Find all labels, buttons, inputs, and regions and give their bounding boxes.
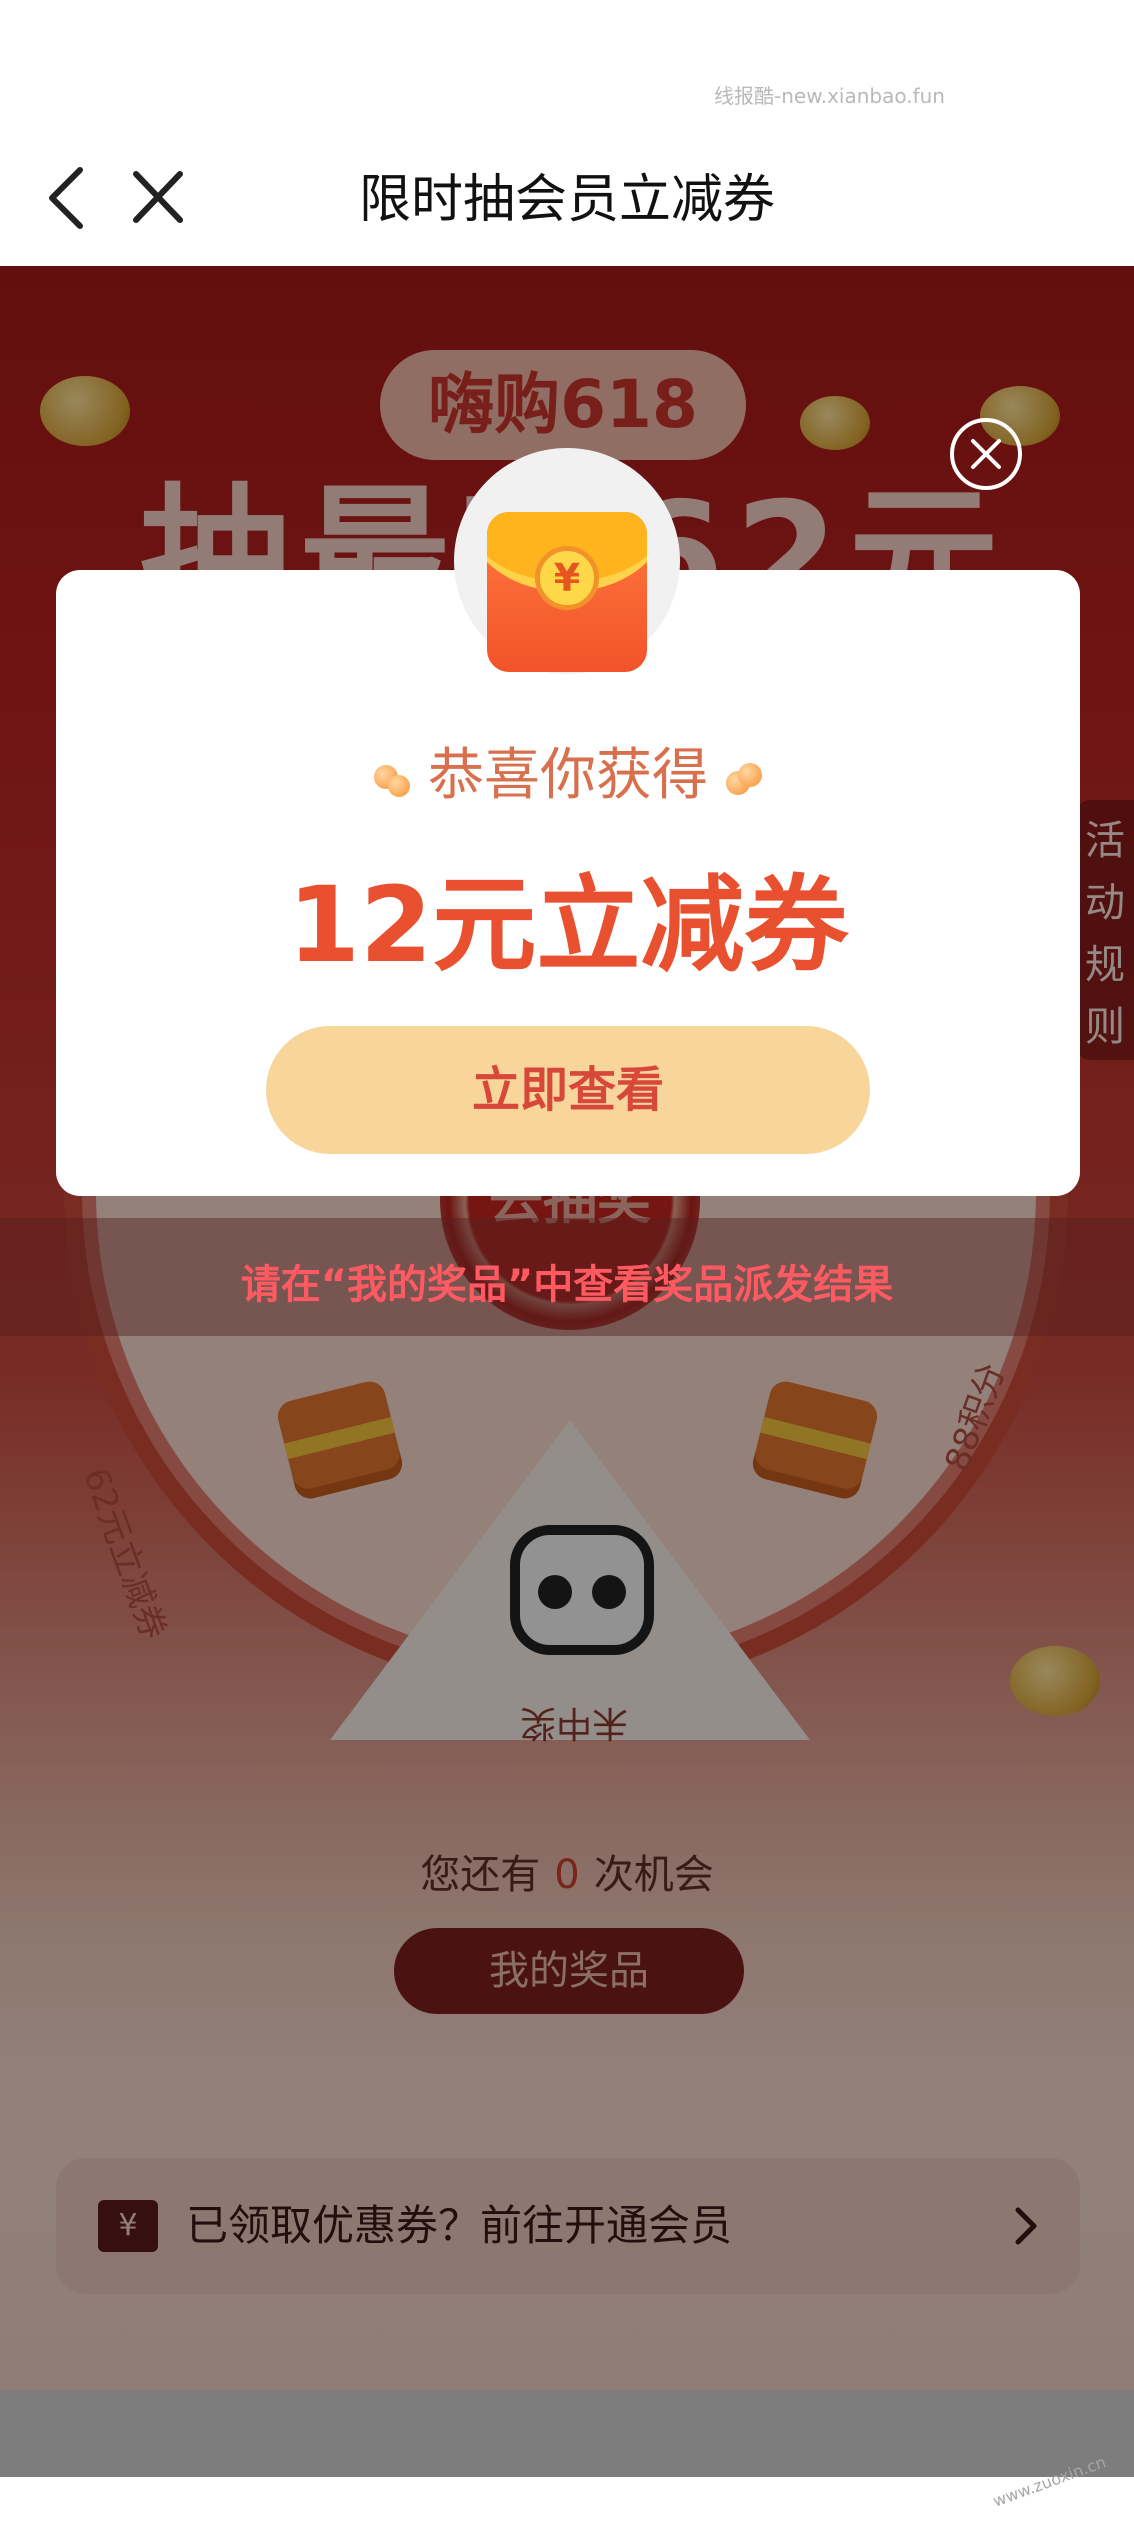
view-now-button[interactable]: 立即查看 — [266, 1026, 870, 1154]
bottom-strip — [0, 2390, 1134, 2477]
congrats-label: 恭喜你获得 — [428, 743, 708, 808]
congrats-text: 恭喜你获得 — [56, 730, 1080, 811]
prize-name: 12元立减券 — [287, 864, 849, 986]
orange-ball-icon — [374, 761, 410, 797]
prize-hint: 请在“我的奖品”中查看奖品派发结果 — [240, 1262, 894, 1308]
watermark-text: 线报酷-new.xianbao.fun — [714, 84, 945, 108]
nav-bar: 限时抽会员立减券 — [0, 130, 1134, 266]
modal-close-button[interactable] — [950, 418, 1022, 490]
page-title: 限时抽会员立减券 — [358, 170, 775, 230]
yuan-coin-icon: ¥ — [535, 546, 599, 610]
red-packet-icon: ¥ — [487, 512, 647, 672]
close-icon — [971, 439, 1001, 469]
footer — [0, 2477, 1134, 2523]
orange-ball-icon — [726, 761, 762, 797]
